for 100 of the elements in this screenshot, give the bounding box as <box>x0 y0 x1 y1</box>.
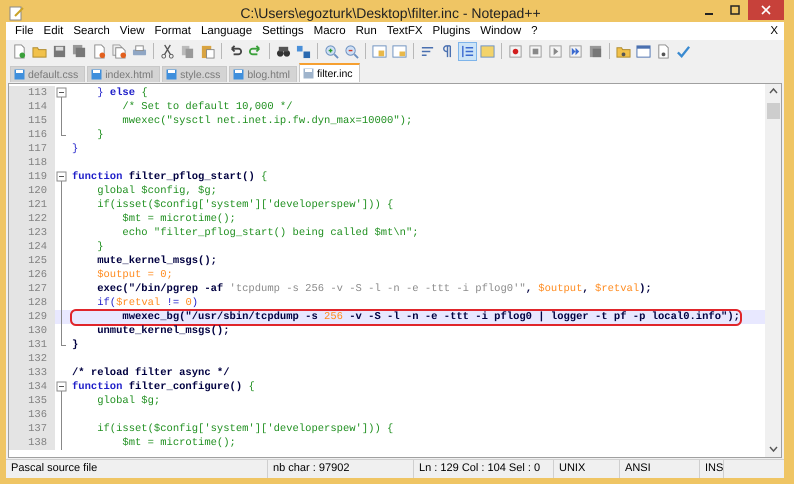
fold-toggle-icon[interactable] <box>56 86 67 100</box>
menu-item[interactable]: View <box>114 25 150 37</box>
scroll-up-icon[interactable] <box>768 87 778 95</box>
fold-toggle-icon[interactable] <box>56 380 67 394</box>
line-number: 133 <box>9 366 55 380</box>
indent-guide-icon <box>460 44 475 58</box>
close-document-button[interactable]: X <box>770 25 784 37</box>
line-number: 116 <box>9 128 55 142</box>
highlighted-code-line: mwexec_bg("/usr/sbin/tcpdump -s 256 -v -S -l -n -e -ttt -i pflog0 | logger -t pf -p local0.info"); <box>72 310 740 324</box>
code-line: $mt = microtime(); <box>121 436 236 450</box>
line-number: 128 <box>9 296 55 310</box>
menu-item[interactable]: Format <box>150 25 196 37</box>
spellcheck-icon <box>676 44 691 58</box>
close-icon <box>761 5 771 15</box>
replace-icon <box>296 44 311 58</box>
undo-icon <box>228 44 243 58</box>
menu-item[interactable]: Macro <box>308 25 351 37</box>
code-line: exec("/bin/pgrep -af 'tcpdump -s 256 -v -S -l -n -e -ttt -i pflog0'", $output, $retval); <box>96 282 652 296</box>
status-field: UNIX <box>554 460 620 478</box>
menu-item[interactable]: Plugins <box>428 25 476 37</box>
line-number: 124 <box>9 240 55 254</box>
close-button[interactable] <box>748 0 784 20</box>
save-icon <box>52 44 67 58</box>
line-number: 134 <box>9 380 55 394</box>
line-number: 137 <box>9 422 55 436</box>
status-field: ANSI <box>620 460 700 478</box>
menu-item[interactable]: ? <box>526 25 543 37</box>
code-line: echo "filter_pflog_start() being called $mt\n"; <box>121 226 419 240</box>
code-line: unmute_kernel_msgs(); <box>96 324 230 338</box>
menu-item[interactable]: Window <box>475 25 526 37</box>
line-number: 113 <box>9 86 55 100</box>
code-line: function filter_pflog_start() { <box>72 170 268 184</box>
stop-icon <box>528 44 543 58</box>
close-all-icon <box>112 44 127 58</box>
menu-item[interactable]: Run <box>350 25 382 37</box>
line-number: 136 <box>9 408 55 422</box>
line-number: 119 <box>9 170 55 184</box>
save-macro-icon <box>588 44 603 58</box>
scissors-icon <box>160 44 175 58</box>
line-number: 123 <box>9 226 55 240</box>
code-line: $output = 0; <box>96 268 173 282</box>
code-line: mwexec("sysctl net.inet.ip.fw.dyn_max=10000"); <box>121 114 412 128</box>
fold-toggle-icon[interactable] <box>56 170 67 184</box>
line-number: 117 <box>9 142 55 156</box>
line-number: 132 <box>9 352 55 366</box>
window-icon <box>636 44 651 58</box>
line-number: 120 <box>9 184 55 198</box>
code-line: /* reload filter async */ <box>72 366 230 380</box>
copy-icon <box>180 44 195 58</box>
line-number: 138 <box>9 436 55 450</box>
minimize-icon <box>704 13 714 15</box>
document-icon <box>656 44 671 58</box>
menu-item[interactable]: File <box>10 25 39 37</box>
line-number: 121 <box>9 198 55 212</box>
code-line: } <box>72 142 78 156</box>
save-all-icon <box>72 44 87 58</box>
fast-forward-icon <box>568 44 583 58</box>
code-line: function filter_configure() { <box>72 380 255 394</box>
file-tab[interactable]: filter.inc <box>298 63 360 82</box>
line-number: 127 <box>9 282 55 296</box>
scrollbar-thumb[interactable] <box>766 103 780 119</box>
window-title: C:\Users\egozturk\Desktop\filter.inc - Notepad++ <box>239 4 542 20</box>
save-icon <box>91 69 102 80</box>
line-number: 131 <box>9 338 55 352</box>
zoom-out-icon <box>344 44 359 58</box>
code-line: } <box>96 128 104 142</box>
save-icon <box>14 69 25 80</box>
redo-icon <box>248 44 263 58</box>
status-field: nb char : 97902 <box>268 460 414 478</box>
line-number: 122 <box>9 212 55 226</box>
line-number: 114 <box>9 100 55 114</box>
sync-horizontal-icon <box>392 44 407 58</box>
record-icon <box>508 44 523 58</box>
line-number: 125 <box>9 254 55 268</box>
save-icon <box>233 69 244 80</box>
sync-vertical-icon <box>372 44 387 58</box>
code-line: global $config, $g; <box>96 184 217 198</box>
zoom-in-icon <box>324 44 339 58</box>
menu-item[interactable]: Edit <box>38 25 68 37</box>
code-line: /* Set to default 10,000 */ <box>121 100 293 114</box>
code-line: } <box>96 240 104 254</box>
line-number: 130 <box>9 324 55 338</box>
maximize-icon <box>730 5 740 15</box>
save-icon <box>302 68 314 79</box>
code-line: } <box>72 338 78 352</box>
window-icon <box>480 44 495 58</box>
code-line: if(isset($config['system']['developerspew'])) { <box>96 422 394 436</box>
new-file-icon <box>12 44 27 58</box>
code-line: global $g; <box>96 394 160 408</box>
line-number: 118 <box>9 156 55 170</box>
scroll-down-icon[interactable] <box>768 445 778 453</box>
menu-item[interactable]: Language <box>196 25 258 37</box>
line-number: 126 <box>9 268 55 282</box>
code-line: if(isset($config['system']['developerspew'])) { <box>96 198 394 212</box>
line-number: 115 <box>9 114 55 128</box>
status-field: Ln : 129 Col : 104 Sel : 0 <box>414 460 554 478</box>
menu-item[interactable]: Settings <box>257 25 309 37</box>
menu-item[interactable]: TextFX <box>382 25 428 37</box>
code-line: mute_kernel_msgs(); <box>96 254 217 268</box>
menu-item[interactable]: Search <box>68 25 115 37</box>
